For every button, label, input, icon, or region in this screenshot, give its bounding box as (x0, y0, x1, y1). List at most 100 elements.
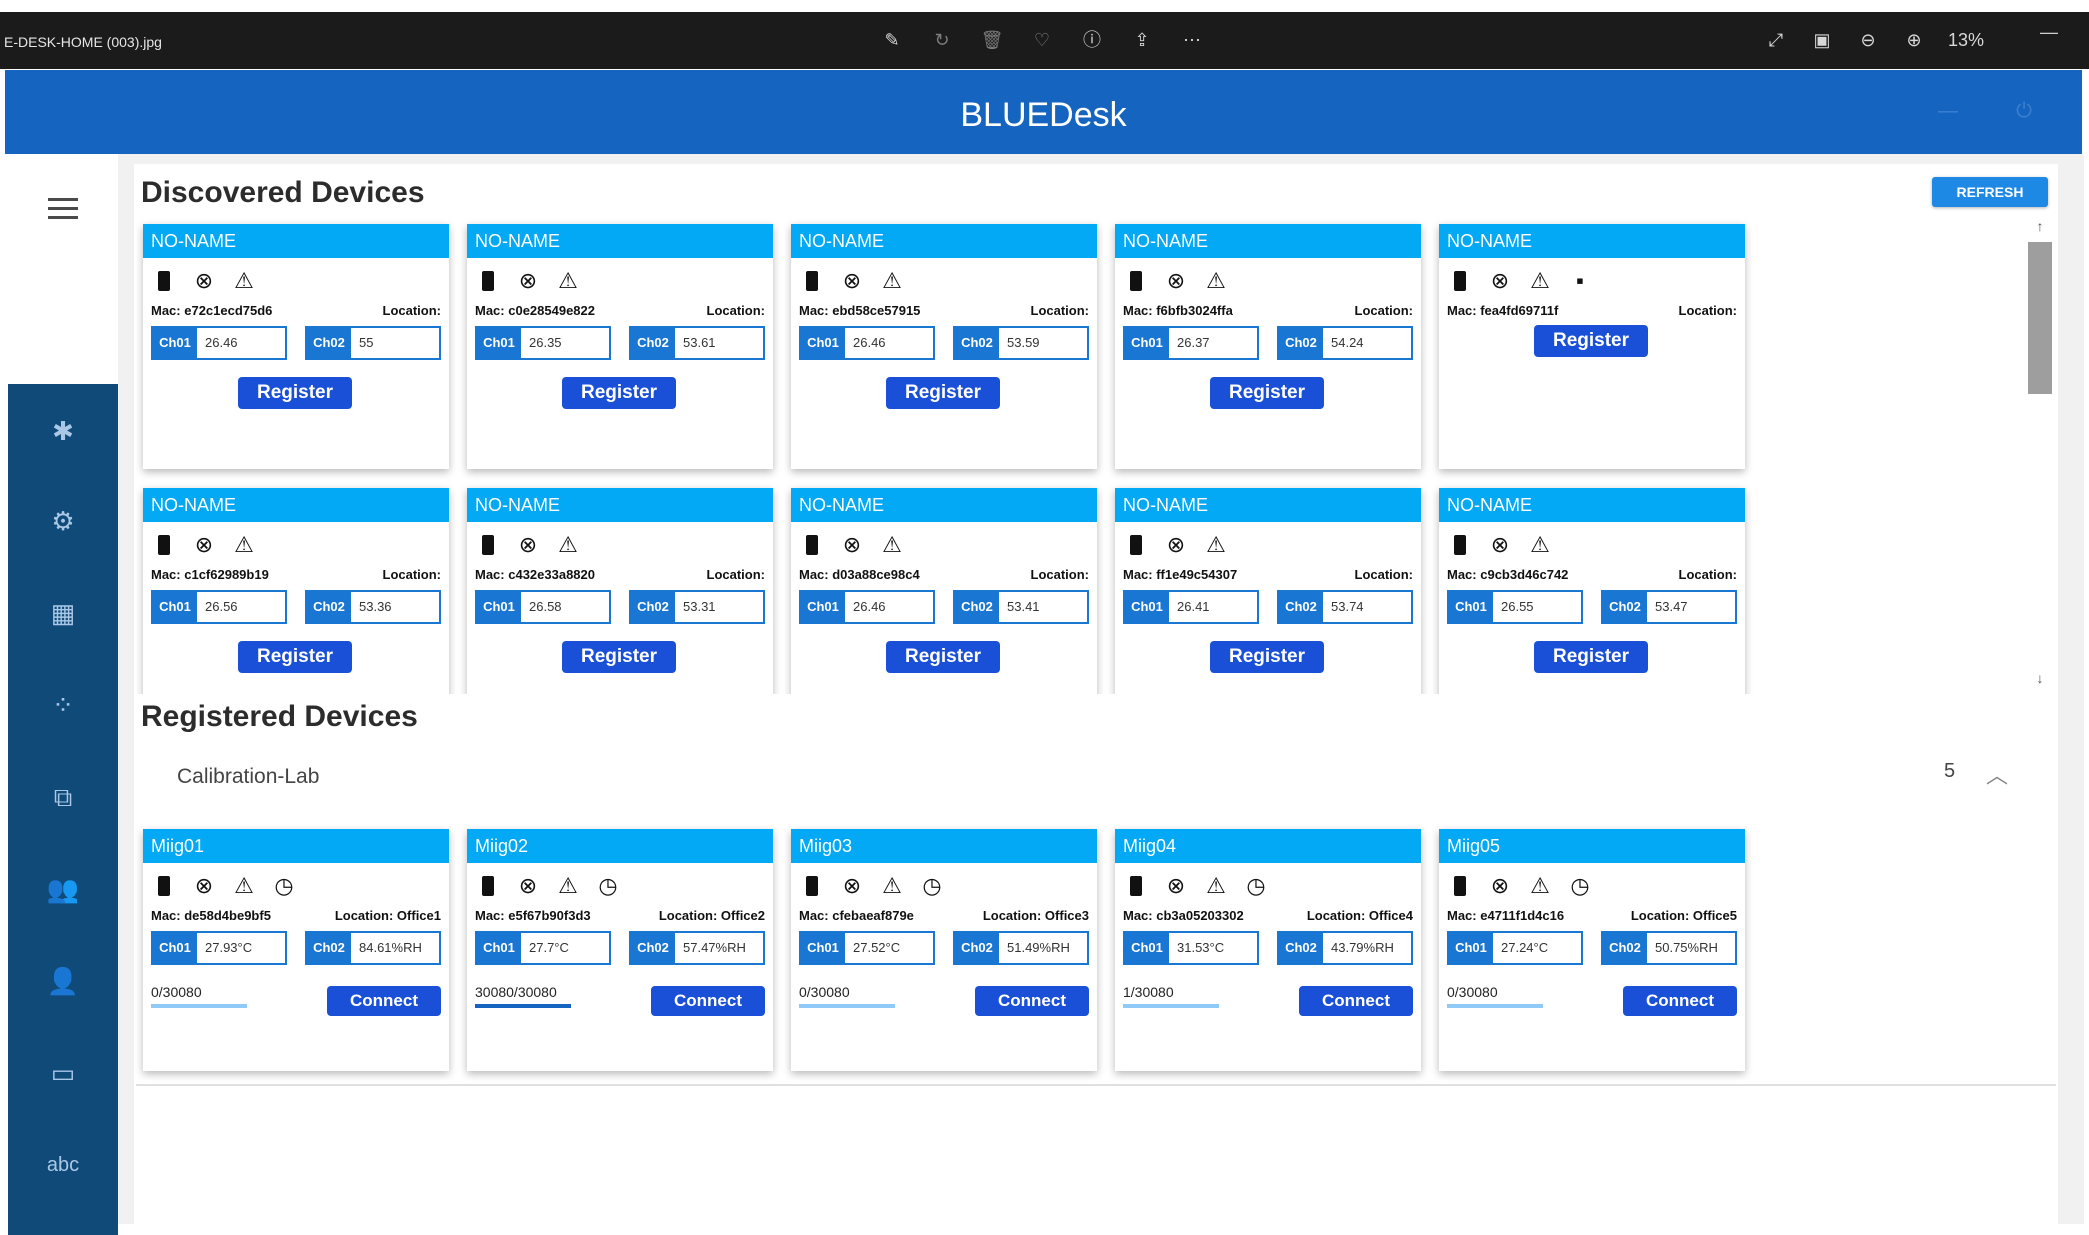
minimize-app-icon[interactable]: — (1935, 100, 1961, 126)
connect-button[interactable]: Connect (327, 986, 441, 1016)
channel-2-tag: Ch02 (631, 933, 675, 963)
connect-button[interactable]: Connect (651, 986, 765, 1016)
rotate-icon[interactable]: ↻ (930, 26, 954, 54)
fit-icon[interactable]: ▣ (1810, 26, 1834, 54)
scroll-thumb[interactable] (2028, 242, 2052, 394)
loading-icon[interactable]: ⁘ (36, 678, 90, 732)
channel-2-value: 50.75%RH (1655, 940, 1718, 955)
no-signal-icon: ⊗ (518, 532, 538, 557)
status-icons: ⊗ ⚠ (1125, 534, 1227, 556)
channel-2-value: 43.79%RH (1331, 940, 1394, 955)
register-button[interactable]: Register (562, 641, 676, 673)
calendar-icon[interactable]: ▦ (36, 586, 90, 640)
battery-icon (477, 534, 499, 556)
expand-icon[interactable]: ⤢ (1764, 26, 1788, 54)
status-icons: ⊗ ⚠ (153, 534, 255, 556)
channel-1-value: 27.93°C (205, 940, 253, 955)
bluetooth-icon[interactable]: ✱ (36, 404, 90, 458)
sidebar: ✱ ⚙ ▦ ⁘ ⧉ 👥 👤 ▭ abc (8, 154, 118, 1235)
channel-2-value: 53.59 (1007, 335, 1040, 350)
status-icons: ⊗ ⚠ ▪ (1449, 270, 1591, 292)
status-icons: ⊗ ⚠ ◷ (477, 875, 619, 897)
channel-1-tag: Ch01 (153, 933, 197, 963)
chevron-up-icon[interactable]: ︿ (1986, 758, 2008, 790)
mac-address: Mac: fea4fd69711f (1447, 303, 1559, 318)
edit-icon[interactable]: ✎ (880, 26, 904, 54)
delete-icon[interactable]: 🗑 (980, 26, 1004, 54)
register-button[interactable]: Register (238, 641, 352, 673)
channel-2-tag: Ch02 (307, 933, 351, 963)
connect-button[interactable]: Connect (1299, 986, 1413, 1016)
person-icon[interactable]: 👤 (36, 954, 90, 1008)
discovered-device-card: NO-NAME ⊗ ⚠ Mac: d03a88ce98c4 Location: Ch01 2… (791, 488, 1097, 694)
channel-2-tag: Ch02 (307, 328, 351, 358)
channel-1-value: 26.41 (1177, 599, 1210, 614)
log-icon: ▪ (1576, 268, 1584, 293)
share-icon[interactable]: ⇪ (1130, 26, 1154, 54)
register-button[interactable]: Register (886, 641, 1000, 673)
hamburger-menu-icon[interactable] (48, 198, 78, 222)
battery-icon (801, 534, 823, 556)
no-signal-icon: ⊗ (518, 873, 538, 898)
location-label: Location: (1030, 567, 1090, 582)
scroll-down-icon[interactable]: ↓ (2028, 670, 2052, 690)
device-name: Miig01 (143, 829, 449, 863)
alarm-off-icon: ⚠ (882, 268, 902, 293)
register-button[interactable]: Register (562, 377, 676, 409)
status-icons: ⊗ ⚠ ◷ (801, 875, 943, 897)
channel-1-value: 27.7°C (529, 940, 569, 955)
alarm-off-icon: ⚠ (234, 268, 254, 293)
alarm-off-icon: ⚠ (558, 532, 578, 557)
zoom-out-icon[interactable]: ⊖ (1856, 26, 1880, 54)
channel-1-value: 26.37 (1177, 335, 1210, 350)
channel-2-value: 84.61%RH (359, 940, 422, 955)
scroll-up-icon[interactable]: ↑ (2028, 218, 2052, 238)
register-button[interactable]: Register (886, 377, 1000, 409)
connect-button[interactable]: Connect (975, 986, 1089, 1016)
no-signal-icon: ⊗ (1490, 873, 1510, 898)
channel-2-tag: Ch02 (631, 328, 675, 358)
register-button[interactable]: Register (1210, 377, 1324, 409)
zoom-level: 13% (1948, 30, 1985, 50)
register-button[interactable]: Register (1210, 641, 1324, 673)
register-button[interactable]: Register (1534, 325, 1648, 357)
mac-address: Mac: de58d4be9bf5 (151, 908, 271, 923)
connect-button[interactable]: Connect (1623, 986, 1737, 1016)
channel-2-value: 53.47 (1655, 599, 1688, 614)
group-icon[interactable]: 👥 (36, 862, 90, 916)
discovered-device-card: NO-NAME ⊗ ⚠ Mac: ebd58ce57915 Location: Ch01 2… (791, 224, 1097, 469)
device-name: Miig04 (1115, 829, 1421, 863)
mac-address: Mac: ff1e49c54307 (1123, 567, 1238, 582)
abc-icon[interactable]: abc (36, 1138, 90, 1192)
screens-icon[interactable]: ⧉ (36, 770, 90, 824)
channel-1-value: 26.46 (853, 335, 886, 350)
channel-2-tag: Ch02 (1603, 592, 1647, 622)
discovered-device-card: NO-NAME ⊗ ⚠ Mac: c1cf62989b19 Location: Ch01 2… (143, 488, 449, 694)
channel-2-value: 53.41 (1007, 599, 1040, 614)
minimize-icon[interactable]: — (2040, 22, 2058, 43)
status-icons: ⊗ ⚠ (1449, 534, 1551, 556)
power-icon[interactable]: ⏻ (2011, 100, 2037, 126)
zoom-in-icon[interactable]: ⊕ (1902, 26, 1926, 54)
channel-1-tag: Ch01 (1125, 328, 1169, 358)
alarm-off-icon: ⚠ (1530, 532, 1550, 557)
scrollbar[interactable]: ↑ ↓ (2028, 218, 2052, 692)
register-button[interactable]: Register (1534, 641, 1648, 673)
battery-icon (1449, 270, 1471, 292)
channel-2-field: Ch02 50.75%RH (1601, 931, 1737, 965)
location: Location: Office5 (1630, 908, 1737, 923)
status-icons: ⊗ ⚠ (1125, 270, 1227, 292)
settings-icon[interactable]: ⚙ (36, 494, 90, 548)
channel-1-field: Ch01 27.52°C (799, 931, 935, 965)
status-icons: ⊗ ⚠ (153, 270, 255, 292)
register-button[interactable]: Register (238, 377, 352, 409)
battery-icon (801, 875, 823, 897)
mac-address: Mac: c1cf62989b19 (151, 567, 269, 582)
channel-1-tag: Ch01 (1449, 592, 1493, 622)
channel-1-tag: Ch01 (1449, 933, 1493, 963)
devices-icon[interactable]: ▭ (36, 1046, 90, 1100)
refresh-button[interactable]: REFRESH (1932, 177, 2048, 207)
heart-icon[interactable]: ♡ (1030, 26, 1054, 54)
info-icon[interactable]: ⓘ (1080, 26, 1104, 54)
more-icon[interactable]: ⋯ (1180, 26, 1204, 54)
